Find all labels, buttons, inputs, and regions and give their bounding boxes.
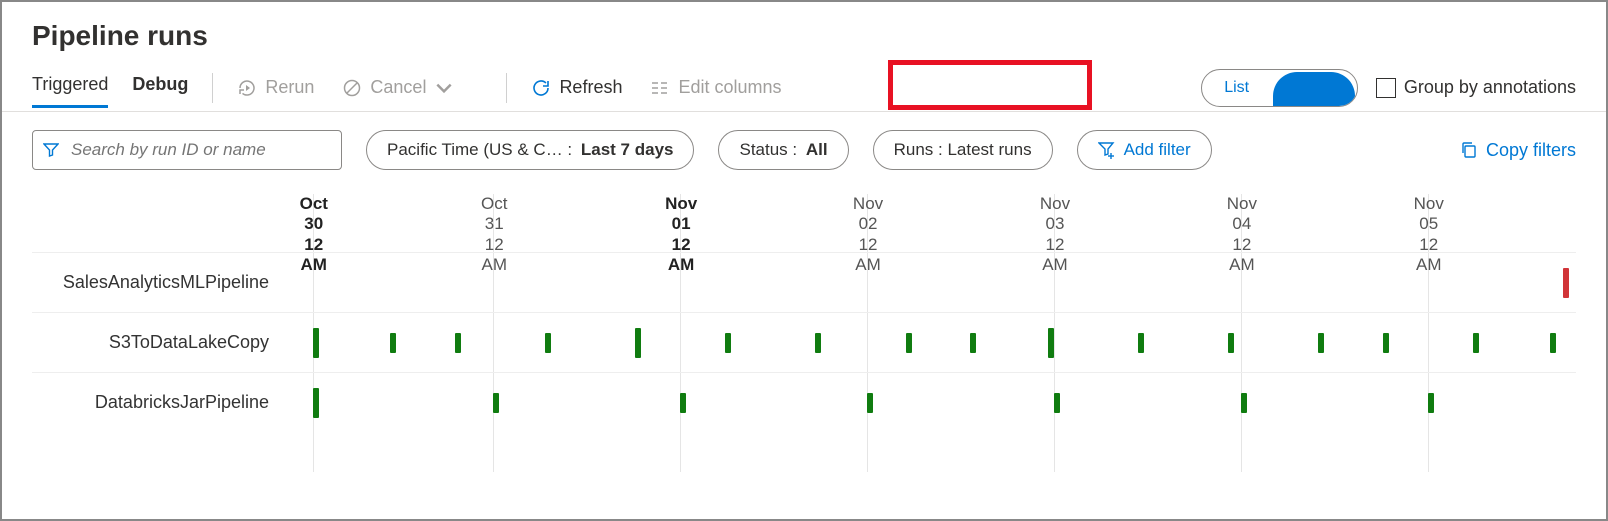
gantt-run-mark[interactable] (680, 393, 686, 413)
gantt-row-label: SalesAnalyticsMLPipeline (32, 272, 287, 293)
gantt-run-mark[interactable] (867, 393, 873, 413)
rerun-button: Rerun (237, 77, 314, 98)
gantt-row-label: DatabricksJarPipeline (32, 392, 287, 413)
gantt-row-track (287, 373, 1576, 432)
gantt-run-mark[interactable] (1241, 393, 1247, 413)
gantt-run-mark[interactable] (493, 393, 499, 413)
filters-row: Pacific Time (US & C… : Last 7 days Stat… (2, 112, 1606, 184)
view-toggle-list[interactable]: List (1202, 70, 1271, 106)
filter-status-label: Status : (739, 140, 797, 160)
gantt-run-mark[interactable] (1563, 268, 1569, 298)
gantt-run-mark[interactable] (1383, 333, 1389, 353)
filter-timezone-label: Pacific Time (US & C… (387, 140, 563, 160)
gantt-run-mark[interactable] (635, 328, 641, 358)
copy-icon (1460, 141, 1478, 159)
filter-status-value: All (806, 140, 828, 160)
gantt-run-mark[interactable] (1138, 333, 1144, 353)
page-title: Pipeline runs (2, 2, 1606, 60)
columns-icon (650, 78, 670, 98)
view-toggle-gantt[interactable]: Gantt (1273, 72, 1355, 107)
refresh-button[interactable]: Refresh (531, 77, 622, 98)
gantt-run-mark[interactable] (1048, 328, 1054, 358)
filter-runs-value: Latest runs (947, 140, 1031, 160)
copy-filters-label: Copy filters (1486, 140, 1576, 161)
rerun-label: Rerun (265, 77, 314, 98)
search-input[interactable] (69, 139, 331, 161)
gantt-run-mark[interactable] (815, 333, 821, 353)
gantt-run-mark[interactable] (906, 333, 912, 353)
edit-columns-label: Edit columns (678, 77, 781, 98)
gantt-run-mark[interactable] (1473, 333, 1479, 353)
gantt-row-track (287, 313, 1576, 372)
filter-runs-label: Runs : (894, 140, 943, 160)
copy-filters-button[interactable]: Copy filters (1460, 140, 1576, 161)
gantt-row: S3ToDataLakeCopy (32, 312, 1576, 372)
gantt-run-mark[interactable] (1550, 333, 1556, 353)
gantt-run-mark[interactable] (1318, 333, 1324, 353)
gantt-run-mark[interactable] (545, 333, 551, 353)
edit-columns-button: Edit columns (650, 77, 781, 98)
refresh-label: Refresh (559, 77, 622, 98)
refresh-icon (531, 78, 551, 98)
toolbar: Triggered Debug Rerun Cancel Refresh Edi… (2, 60, 1606, 112)
gantt-run-mark[interactable] (970, 333, 976, 353)
search-input-wrap[interactable] (32, 130, 342, 170)
cancel-label: Cancel (370, 77, 426, 98)
group-by-annotations[interactable]: Group by annotations (1376, 77, 1576, 98)
cancel-icon (342, 78, 362, 98)
run-type-tabs: Triggered Debug (32, 68, 188, 108)
gantt-chart: Oct 3012 AMOct 3112 AMNov 0112 AMNov 021… (32, 194, 1576, 474)
filter-timerange-value: Last 7 days (581, 140, 674, 160)
filter-runs[interactable]: Runs : Latest runs (873, 130, 1053, 170)
add-filter-label: Add filter (1124, 140, 1191, 160)
gantt-run-mark[interactable] (313, 328, 319, 358)
gantt-run-mark[interactable] (725, 333, 731, 353)
filter-status[interactable]: Status : All (718, 130, 848, 170)
tutorial-highlight (888, 60, 1092, 110)
checkbox-icon[interactable] (1376, 78, 1396, 98)
filter-timerange[interactable]: Pacific Time (US & C… : Last 7 days (366, 130, 694, 170)
add-filter-icon (1098, 141, 1116, 159)
gantt-run-mark[interactable] (313, 388, 319, 418)
view-toggle: List Gantt (1201, 69, 1358, 107)
divider (506, 73, 507, 103)
gantt-run-mark[interactable] (1428, 393, 1434, 413)
gantt-row: DatabricksJarPipeline (32, 372, 1576, 432)
chevron-down-icon (434, 78, 454, 98)
filter-icon (43, 142, 59, 158)
divider (212, 73, 213, 103)
gantt-row-label: S3ToDataLakeCopy (32, 332, 287, 353)
cancel-button: Cancel (342, 77, 454, 98)
tab-triggered[interactable]: Triggered (32, 68, 108, 108)
gantt-row: SalesAnalyticsMLPipeline (32, 252, 1576, 312)
gantt-row-track (287, 253, 1576, 312)
gantt-time-axis: Oct 3012 AMOct 3112 AMNov 0112 AMNov 021… (287, 194, 1576, 252)
gantt-run-mark[interactable] (1228, 333, 1234, 353)
group-by-label: Group by annotations (1404, 77, 1576, 98)
gantt-run-mark[interactable] (390, 333, 396, 353)
gantt-run-mark[interactable] (455, 333, 461, 353)
gantt-rows: SalesAnalyticsMLPipeline S3ToDataLakeCopy… (32, 252, 1576, 432)
rerun-icon (237, 78, 257, 98)
gantt-run-mark[interactable] (1054, 393, 1060, 413)
tab-debug[interactable]: Debug (132, 68, 188, 108)
add-filter-button[interactable]: Add filter (1077, 130, 1212, 170)
